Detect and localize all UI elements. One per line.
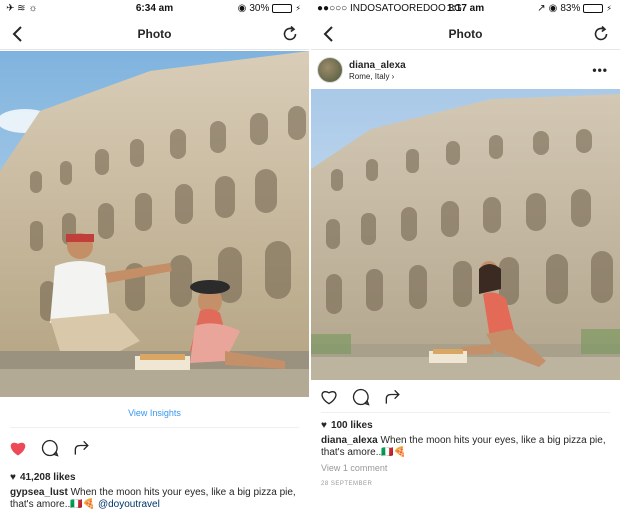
charging-icon: ⚡ [606,4,612,13]
avatar[interactable] [317,57,343,83]
caption-username[interactable]: diana_alexa [321,435,378,446]
action-row [8,438,92,458]
post-photo[interactable] [0,51,309,397]
more-options-icon[interactable]: ••• [592,63,608,77]
divider [321,412,610,413]
heart-small-icon: ♥ [10,472,16,483]
location-icon: ↗ [537,3,546,14]
lock-rotation-icon: ◉ [237,3,247,14]
comment-icon[interactable] [351,387,371,407]
divider [10,427,299,428]
likes-count: ♥ 100 likes [321,420,373,431]
post-date: 28 SEPTEMBER [321,481,373,487]
location-link[interactable]: Rome, Italy › [349,72,394,81]
page-title: Photo [137,27,172,41]
alarm-icon: ◉ [548,3,558,14]
battery-percent: 83% [560,3,581,14]
status-right: ↗ ◉ 83% ⚡ [537,3,612,14]
heart-small-icon: ♥ [321,420,327,431]
likes-count: ♥ 41,208 likes [10,472,76,483]
charging-icon: ⚡ [295,4,301,13]
post-panel-left: ✈ ≋ ☼ 6:34 am ◉ 30% ⚡ Photo View Insight… [0,0,309,515]
battery-icon [272,4,293,13]
heart-icon[interactable] [319,387,339,407]
post-header: diana_alexa Rome, Italy › ••• [311,51,620,89]
nav-bar: Photo [311,18,620,50]
page-title: Photo [448,27,483,41]
post-panel-right: ●●○○○ INDOSATOOREDOO 3G 1:17 am ↗ ◉ 83% … [311,0,620,515]
action-row [319,387,403,407]
view-comments-link[interactable]: View 1 comment [321,463,387,473]
caption-username[interactable]: gypsea_lust [10,487,68,498]
battery-icon [583,4,604,13]
post-photo[interactable] [311,89,620,380]
caption-mention[interactable]: @doyoutravel [98,499,160,510]
share-icon[interactable] [72,438,92,458]
battery-percent: 30% [249,3,270,14]
share-icon[interactable] [383,387,403,407]
post-caption: diana_alexa When the moon hits your eyes… [321,435,611,459]
status-bar: ✈ ≋ ☼ 6:34 am ◉ 30% ⚡ [0,0,309,18]
refresh-icon[interactable] [281,25,299,43]
heart-icon-liked[interactable] [8,438,28,458]
status-bar: ●●○○○ INDOSATOOREDOO 3G 1:17 am ↗ ◉ 83% … [311,0,620,18]
nav-bar: Photo [0,18,309,50]
username[interactable]: diana_alexa [349,60,406,71]
refresh-icon[interactable] [592,25,610,43]
status-right: ◉ 30% ⚡ [238,3,301,14]
comment-icon[interactable] [40,438,60,458]
view-insights-link[interactable]: View Insights [0,408,309,418]
post-caption: gypsea_lust When the moon hits your eyes… [10,487,300,511]
